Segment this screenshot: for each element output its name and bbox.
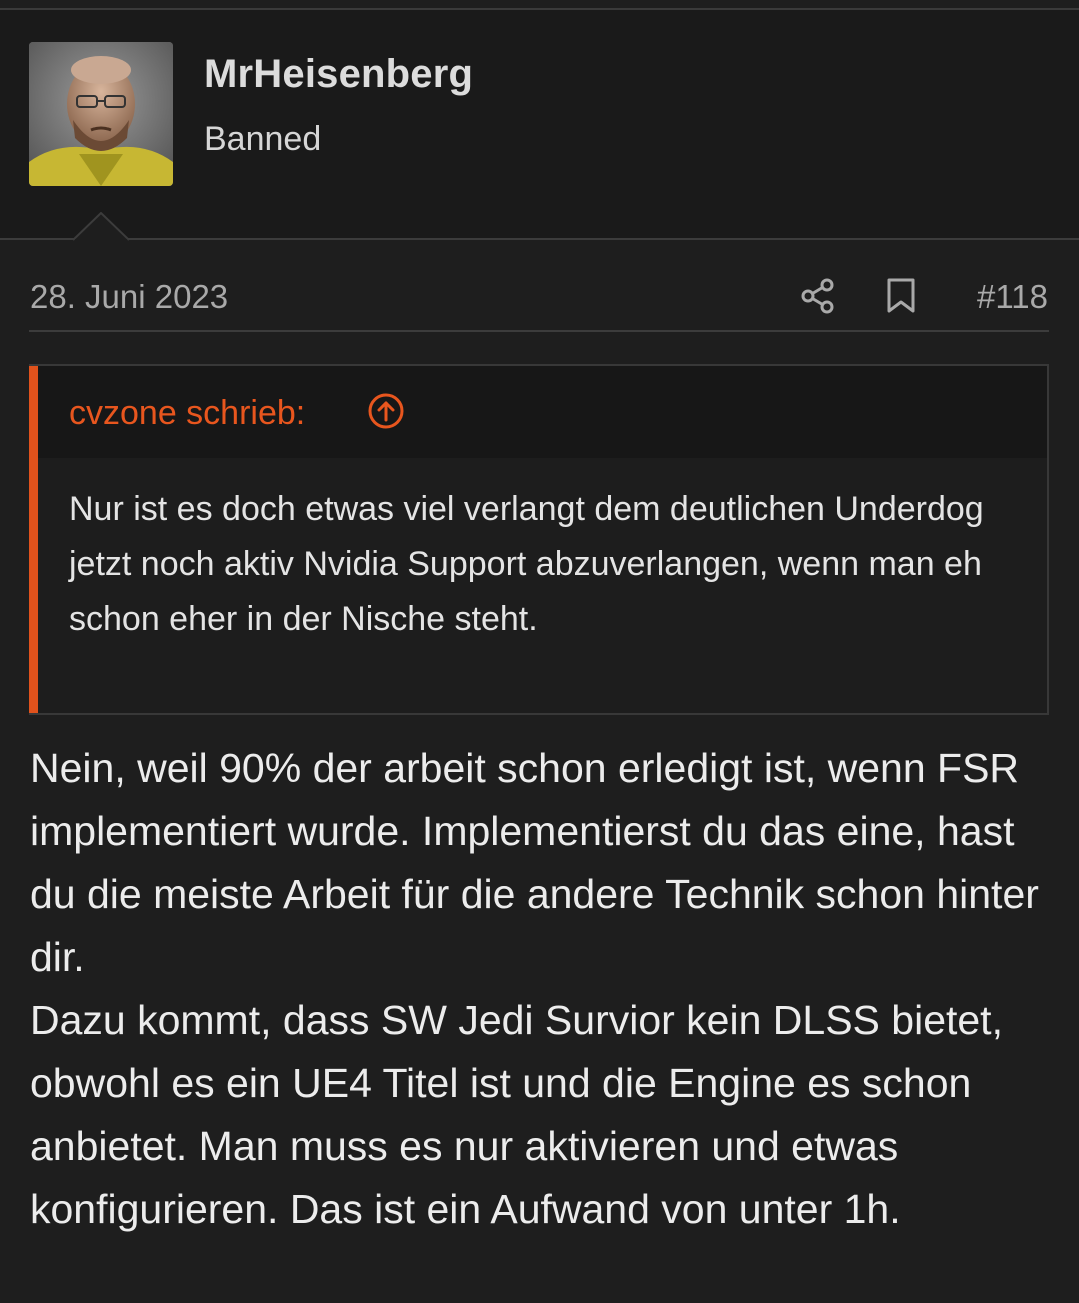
user-title: Banned — [204, 120, 322, 158]
username[interactable]: MrHeisenberg — [204, 52, 473, 97]
quote-header: cvzone schrieb: — [38, 366, 1047, 458]
meta-divider — [29, 330, 1049, 332]
quote-block: cvzone schrieb: Nur ist es doch etwas vi… — [29, 364, 1049, 715]
post-number-link[interactable]: #118 — [977, 278, 1048, 316]
quote-accent-bar — [29, 366, 38, 713]
bookmark-icon[interactable] — [885, 278, 917, 314]
arrow-pointer-icon — [73, 212, 129, 241]
post-paragraph: Nein, weil 90% der arbeit schon erledigt… — [30, 745, 1039, 980]
quote-text: Nur ist es doch etwas viel verlangt dem … — [69, 490, 984, 638]
avatar[interactable] — [29, 42, 173, 186]
post-content: Nein, weil 90% der arbeit schon erledigt… — [30, 737, 1060, 1241]
quote-author-link[interactable]: cvzone schrieb: — [69, 394, 305, 433]
forum-post: MrHeisenberg Banned 28. Juni 2023 #118 c… — [0, 0, 1079, 1303]
post-date[interactable]: 28. Juni 2023 — [30, 278, 228, 316]
portrait-avatar-icon — [29, 42, 173, 186]
share-icon[interactable] — [800, 278, 836, 314]
post-paragraph: Dazu kommt, dass SW Jedi Survior kein DL… — [30, 997, 1003, 1232]
user-divider — [0, 238, 1079, 240]
user-info: MrHeisenberg Banned — [0, 10, 1079, 240]
arrow-up-circle-icon[interactable] — [367, 392, 405, 430]
